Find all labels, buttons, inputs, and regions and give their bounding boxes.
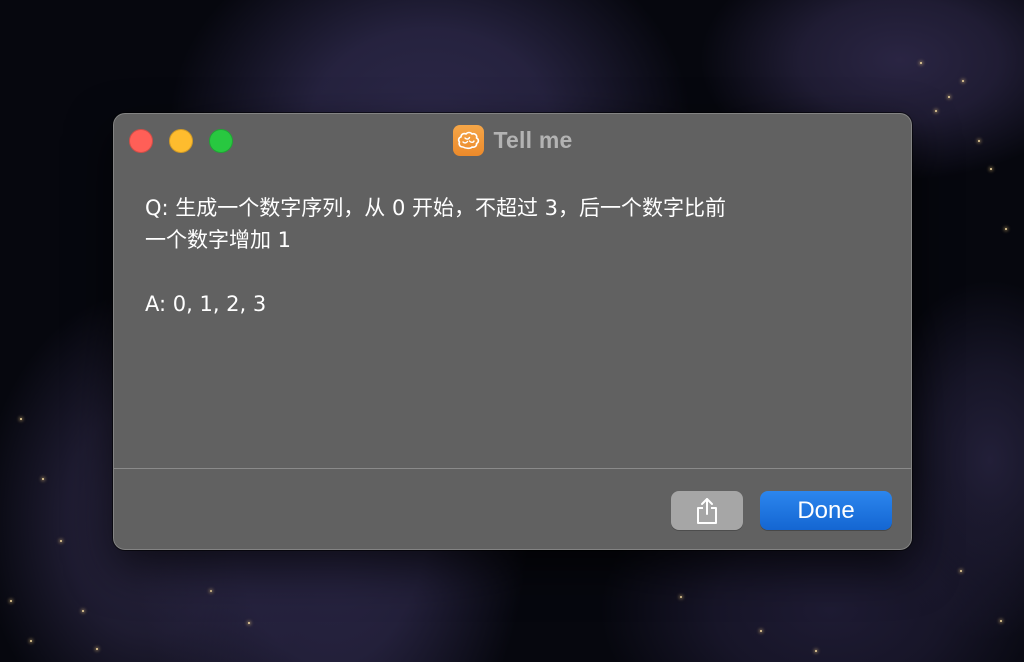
city-light [42, 478, 44, 480]
city-light [96, 648, 98, 650]
share-icon [697, 497, 717, 524]
done-button[interactable]: Done [760, 491, 892, 530]
tell-me-window: Tell me Q: 生成一个数字序列，从 0 开始，不超过 3，后一个数字比前… [113, 113, 912, 550]
city-light [920, 62, 922, 64]
city-light [1000, 620, 1002, 622]
city-light [210, 590, 212, 592]
city-light [248, 622, 250, 624]
city-light [978, 140, 980, 142]
city-light [82, 610, 84, 612]
city-light [948, 96, 950, 98]
share-button[interactable] [671, 491, 743, 530]
city-light [1005, 228, 1007, 230]
city-light [20, 418, 22, 420]
window-title: Tell me [493, 126, 573, 153]
brain-icon [452, 124, 484, 156]
city-light [30, 640, 32, 642]
question-line-1: Q: 生成一个数字序列，从 0 开始，不超过 3，后一个数字比前 [145, 196, 727, 220]
brain-icon-glyph [457, 131, 479, 149]
answer-text: A: 0, 1, 2, 3 [145, 292, 267, 316]
city-light [962, 80, 964, 82]
city-light [990, 168, 992, 170]
city-light [760, 630, 762, 632]
window-title-group: Tell me [114, 124, 911, 156]
city-light [680, 596, 682, 598]
footer-divider [114, 468, 911, 469]
city-light [815, 650, 817, 652]
city-light [935, 110, 937, 112]
city-light [60, 540, 62, 542]
window-titlebar[interactable]: Tell me [114, 114, 911, 166]
city-light [10, 600, 12, 602]
response-content: Q: 生成一个数字序列，从 0 开始，不超过 3，后一个数字比前 一个数字增加 … [145, 192, 885, 320]
question-line-2: 一个数字增加 1 [145, 228, 292, 252]
desktop-wallpaper: Tell me Q: 生成一个数字序列，从 0 开始，不超过 3，后一个数字比前… [0, 0, 1024, 662]
city-light [960, 570, 962, 572]
